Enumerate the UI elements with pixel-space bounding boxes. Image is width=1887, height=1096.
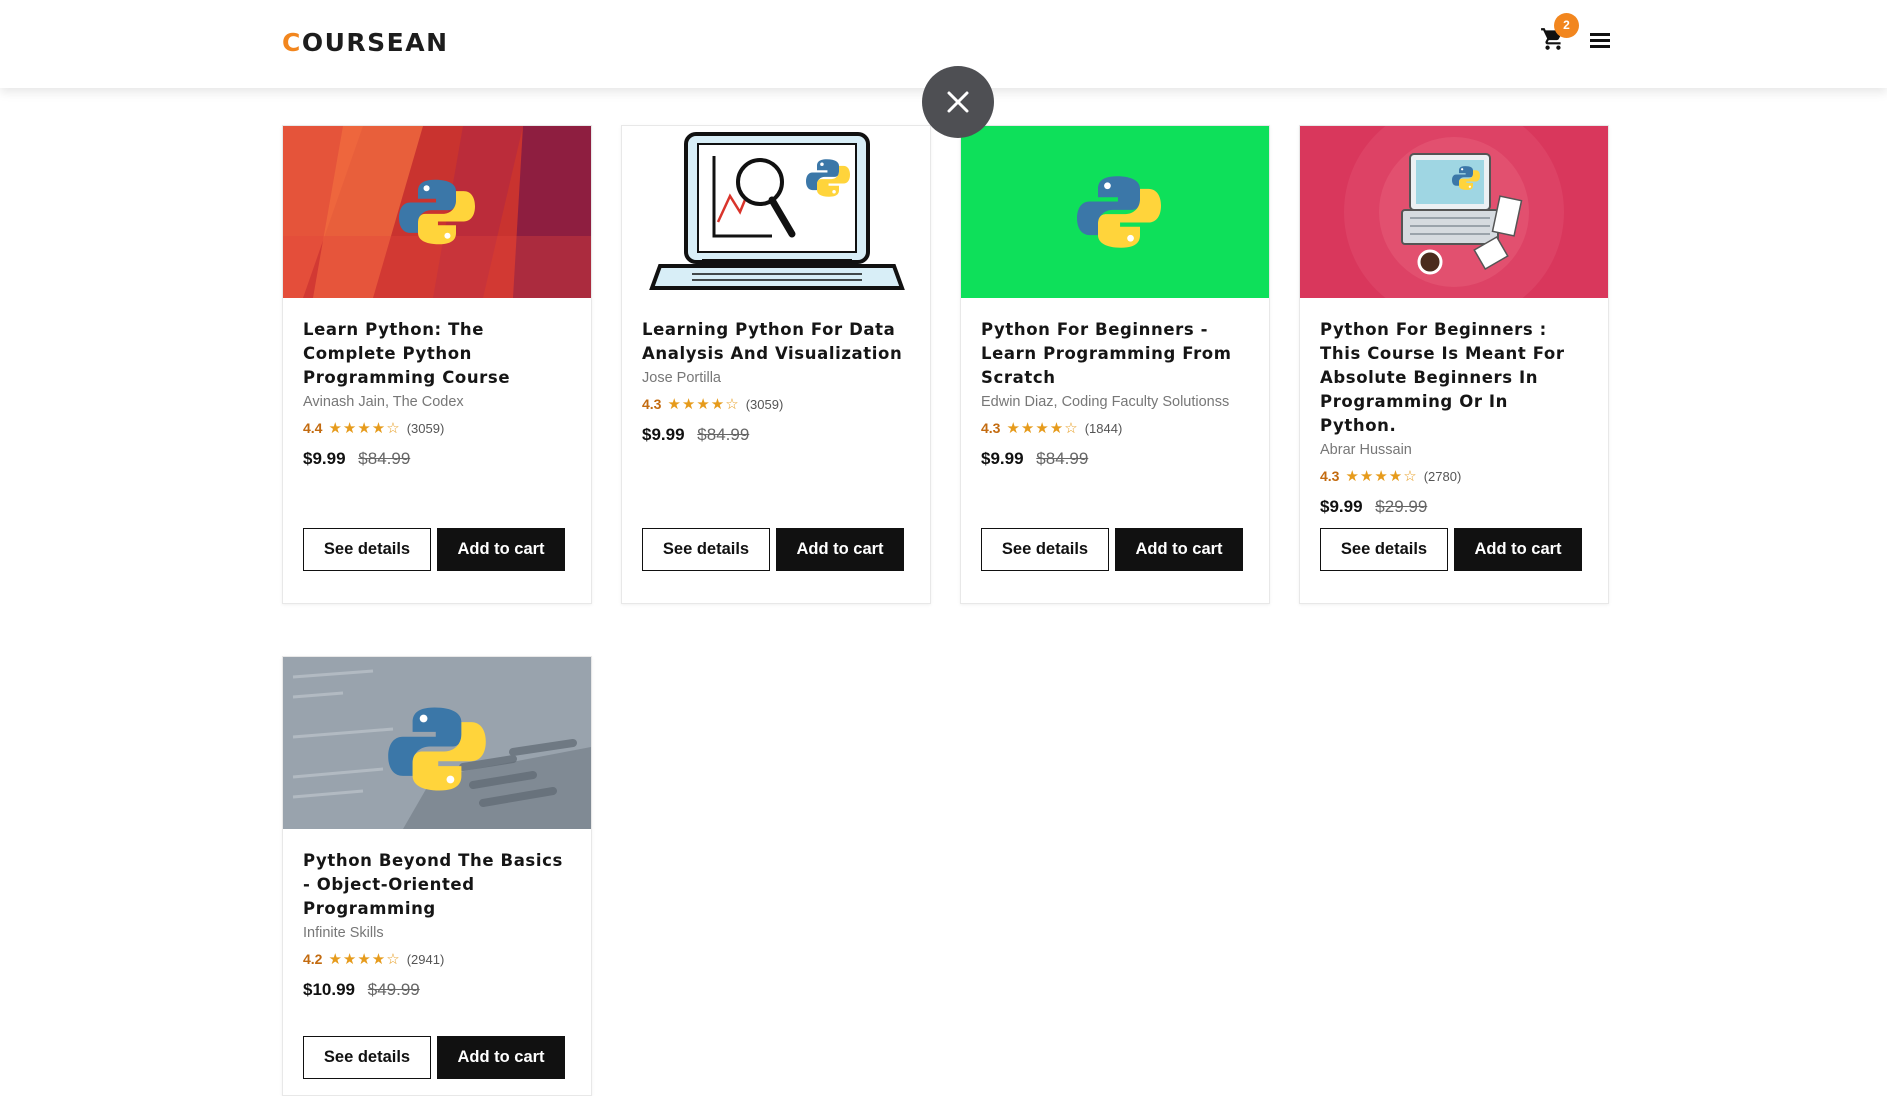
current-price: $9.99 xyxy=(303,449,346,468)
star-icons: ★★★★☆ xyxy=(328,951,401,968)
logo-accent-letter: C xyxy=(282,28,302,57)
rating-score: 4.3 xyxy=(1320,468,1340,484)
course-card: Learning Python For Data Analysis And Vi… xyxy=(621,125,931,604)
add-to-cart-button[interactable]: Add to cart xyxy=(437,528,565,571)
add-to-cart-button[interactable]: Add to cart xyxy=(1454,528,1582,571)
rating-score: 4.3 xyxy=(981,420,1001,436)
course-thumbnail[interactable] xyxy=(283,126,591,298)
course-price: $9.99 $84.99 xyxy=(981,449,1249,469)
course-author: Avinash Jain, The Codex xyxy=(303,394,464,410)
current-price: $10.99 xyxy=(303,980,355,999)
cart-count-badge: 2 xyxy=(1554,13,1579,38)
see-details-button[interactable]: See details xyxy=(642,528,770,571)
hamburger-menu-icon[interactable] xyxy=(1590,33,1610,49)
course-card: Learn Python: The Complete Python Progra… xyxy=(282,125,592,604)
rating-score: 4.2 xyxy=(303,951,323,967)
see-details-button[interactable]: See details xyxy=(303,1036,431,1079)
star-icons: ★★★★☆ xyxy=(1006,420,1079,437)
course-thumbnail[interactable] xyxy=(283,657,591,829)
close-button[interactable] xyxy=(922,66,994,138)
course-price: $9.99 $29.99 xyxy=(1320,497,1588,517)
original-price: $84.99 xyxy=(697,425,750,444)
close-icon xyxy=(947,91,969,113)
original-price: $29.99 xyxy=(1375,497,1428,516)
rating-score: 4.3 xyxy=(642,396,662,412)
course-title[interactable]: Python For Beginners : This Course Is Me… xyxy=(1320,318,1588,438)
course-author: Infinite Skills xyxy=(303,925,384,941)
current-price: $9.99 xyxy=(981,449,1024,468)
see-details-button[interactable]: See details xyxy=(1320,528,1448,571)
coursean-logo[interactable]: COURSEAN xyxy=(282,28,449,57)
review-count: (3059) xyxy=(406,420,445,436)
current-price: $9.99 xyxy=(1320,497,1363,516)
course-title[interactable]: Python Beyond The Basics - Object-Orient… xyxy=(303,849,571,921)
course-rating: 4.3 ★★★★☆ (1844) xyxy=(981,419,1249,437)
course-thumbnail[interactable] xyxy=(622,126,930,298)
course-price: $9.99 $84.99 xyxy=(642,425,910,445)
course-title[interactable]: Learn Python: The Complete Python Progra… xyxy=(303,318,571,390)
logo-text: OURSEAN xyxy=(301,28,449,57)
original-price: $84.99 xyxy=(1036,449,1089,468)
course-author: Edwin Diaz, Coding Faculty Solutionss xyxy=(981,394,1230,410)
course-thumbnail[interactable] xyxy=(961,126,1269,298)
original-price: $49.99 xyxy=(367,980,420,999)
course-rating: 4.4 ★★★★☆ (3059) xyxy=(303,419,571,437)
course-card: Python For Beginners - Learn Programming… xyxy=(960,125,1270,604)
review-count: (1844) xyxy=(1084,420,1123,436)
star-icons: ★★★★☆ xyxy=(328,420,401,437)
course-rating: 4.3 ★★★★☆ (2780) xyxy=(1320,467,1588,485)
current-price: $9.99 xyxy=(642,425,685,444)
course-card: Python Beyond The Basics - Object-Orient… xyxy=(282,656,592,1096)
course-card: Python For Beginners : This Course Is Me… xyxy=(1299,125,1609,604)
add-to-cart-button[interactable]: Add to cart xyxy=(776,528,904,571)
course-price: $9.99 $84.99 xyxy=(303,449,571,469)
original-price: $84.99 xyxy=(358,449,411,468)
review-count: (3059) xyxy=(745,396,784,412)
course-author: Jose Portilla xyxy=(642,370,721,386)
star-icons: ★★★★☆ xyxy=(667,396,740,413)
add-to-cart-button[interactable]: Add to cart xyxy=(437,1036,565,1079)
see-details-button[interactable]: See details xyxy=(303,528,431,571)
course-rating: 4.3 ★★★★☆ (3059) xyxy=(642,395,910,413)
rating-score: 4.4 xyxy=(303,420,323,436)
review-count: (2941) xyxy=(406,951,445,967)
course-thumbnail[interactable] xyxy=(1300,126,1608,298)
course-author: Abrar Hussain xyxy=(1320,442,1412,458)
star-icons: ★★★★☆ xyxy=(1345,468,1418,485)
course-title[interactable]: Learning Python For Data Analysis And Vi… xyxy=(642,318,910,366)
see-details-button[interactable]: See details xyxy=(981,528,1109,571)
review-count: (2780) xyxy=(1423,468,1462,484)
course-rating: 4.2 ★★★★☆ (2941) xyxy=(303,950,571,968)
course-title[interactable]: Python For Beginners - Learn Programming… xyxy=(981,318,1249,390)
course-price: $10.99 $49.99 xyxy=(303,980,571,1000)
add-to-cart-button[interactable]: Add to cart xyxy=(1115,528,1243,571)
